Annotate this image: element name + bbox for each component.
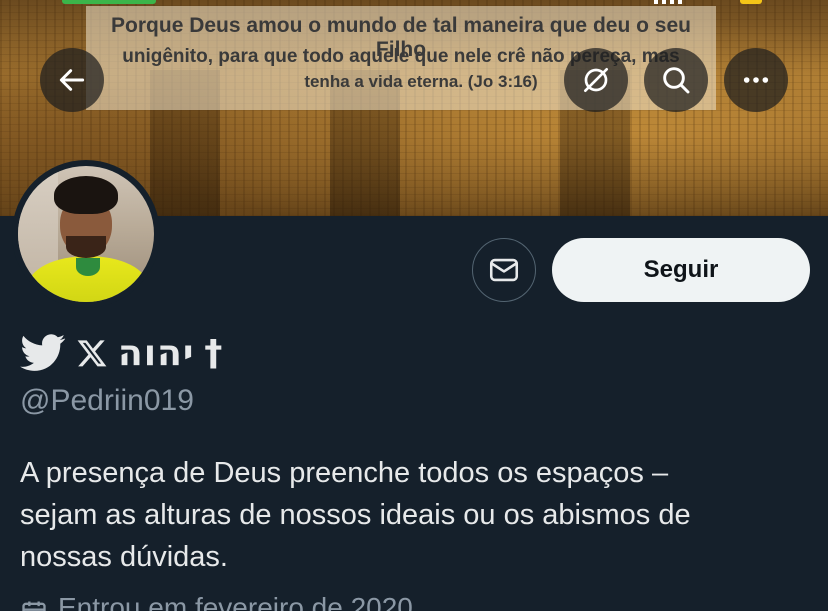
arrow-left-icon [59,69,85,91]
user-handle: @Pedriin019 [20,384,194,417]
signal-icon [654,0,682,4]
follow-button[interactable]: Seguir [552,238,810,302]
search-button[interactable] [644,48,708,112]
hide-translation-icon [584,68,608,92]
more-dots-icon [743,77,769,83]
avatar-photo [18,166,154,302]
more-button[interactable] [724,48,788,112]
bio-line: sejam as alturas de nossos ideais ou os … [20,499,691,531]
cross-symbol: † [204,332,223,374]
display-name: יהוה † [20,330,222,376]
envelope-icon [489,258,519,282]
bird-icon [20,334,66,371]
avatar-collar [76,258,100,276]
bio-line: nossas dúvidas. [20,541,228,573]
back-button[interactable] [40,48,104,112]
bio-line: A presença de Deus preenche todos os esp… [20,457,669,489]
avatar-beard [66,236,106,258]
hide-translation-button[interactable] [564,48,628,112]
search-icon [663,67,690,94]
x-logo-icon [77,340,107,367]
battery-icon [740,0,762,4]
message-button[interactable] [472,238,536,302]
avatar-hair [54,176,118,214]
join-date-text: Entrou em fevereiro de 2020 [58,592,413,611]
name-hebrew: יהוה [118,332,195,374]
calendar-icon [22,601,46,611]
avatar[interactable] [12,160,160,308]
status-indicator [62,0,156,4]
profile-bio: A presença de Deus preenche todos os esp… [20,452,810,578]
join-date: Entrou em fevereiro de 2020 [20,592,413,611]
